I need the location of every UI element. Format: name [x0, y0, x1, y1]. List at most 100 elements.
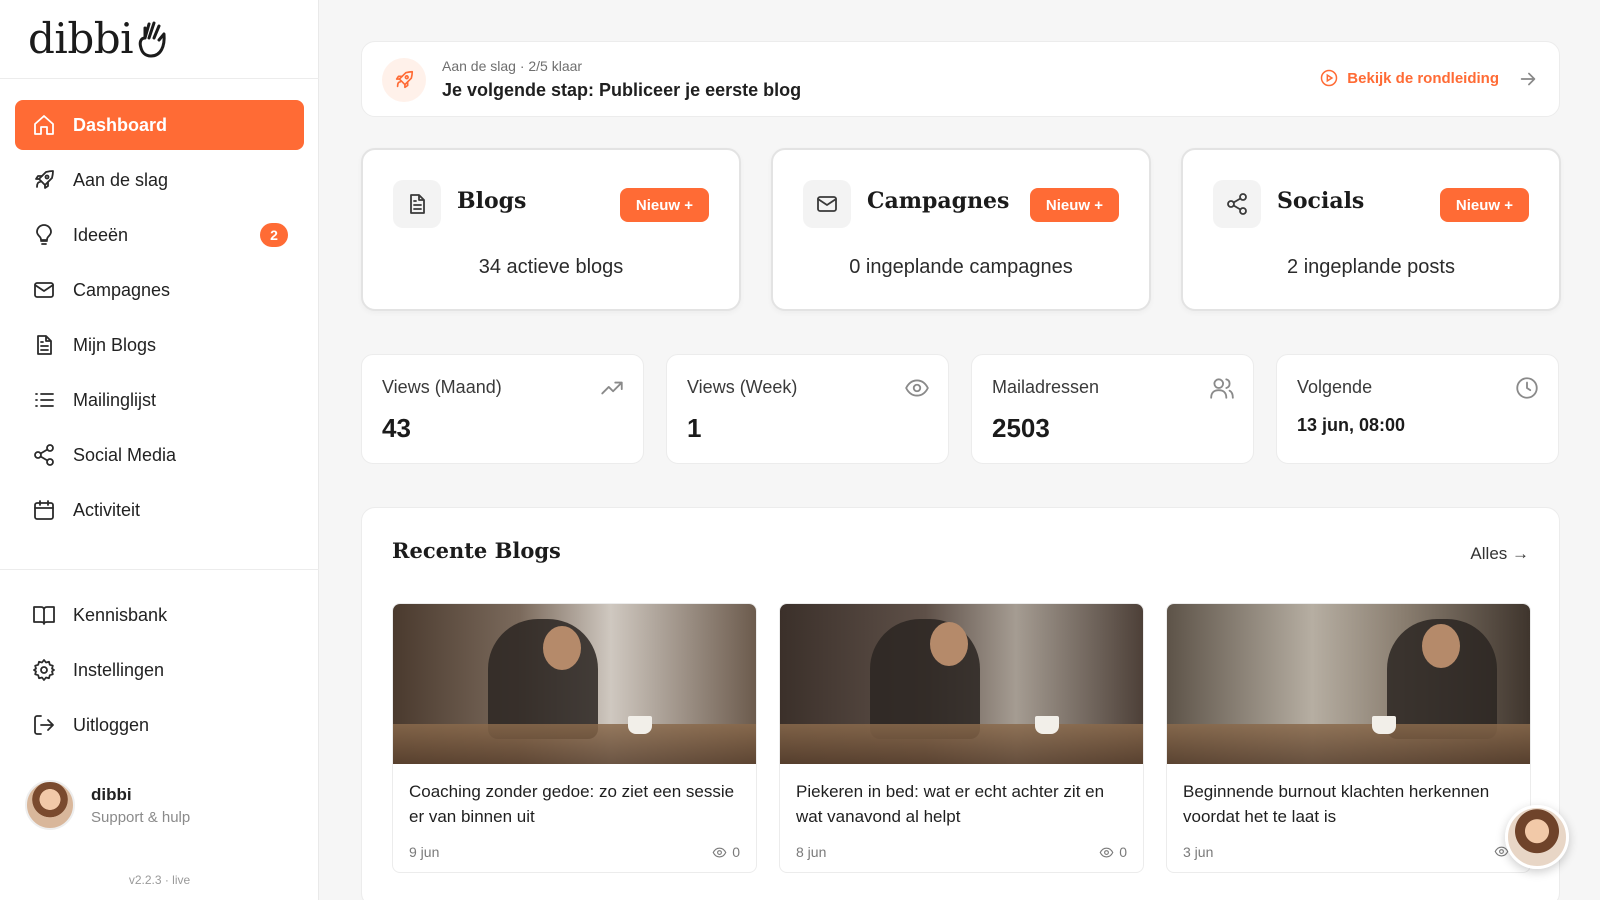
blog-title: Piekeren in bed: wat er echt achter zit … [796, 782, 1105, 826]
sidebar-item-mailinglijst[interactable]: Mailinglijst [15, 375, 304, 425]
blog-title: Beginnende burnout klachten herkennen vo… [1183, 782, 1490, 826]
campaigns-card[interactable]: Campagnes Nieuw + 0 ingeplande campagnes [771, 148, 1151, 311]
sidebar-item-mijn-blogs[interactable]: Mijn Blogs [15, 320, 304, 370]
mail-icon [31, 277, 57, 303]
blog-thumbnail [393, 604, 756, 764]
logo-text: dibbi [28, 14, 134, 63]
share-icon [31, 442, 57, 468]
sidebar-item-label: Dashboard [73, 114, 168, 135]
sidebar-item-label: Social Media [73, 444, 177, 465]
blog-title: Coaching zonder gedoe: zo ziet een sessi… [409, 782, 735, 826]
stat-mail-addresses: Mailadressen 2503 [971, 354, 1254, 464]
sidebar-item-label: Mailinglijst [73, 389, 157, 410]
card-title: Campagnes [867, 188, 1010, 214]
support-chat-avatar-button[interactable] [1505, 805, 1569, 869]
tour-link-label: Bekijk de rondleiding [1347, 69, 1499, 87]
new-social-post-button[interactable]: Nieuw + [1439, 188, 1529, 222]
home-icon [31, 112, 57, 138]
blog-card[interactable]: Piekeren in bed: wat er echt achter zit … [779, 603, 1144, 873]
stat-label: Views (Week) [687, 377, 798, 397]
rocket-icon [31, 167, 57, 193]
blogs-card[interactable]: Blogs Nieuw + 34 actieve blogs [361, 148, 741, 311]
sidebar-divider [0, 569, 319, 570]
sidebar-item-label: Kennisbank [73, 604, 168, 625]
document-icon [393, 180, 441, 228]
lightbulb-icon [31, 222, 57, 248]
blog-card[interactable]: Coaching zonder gedoe: zo ziet een sessi… [392, 603, 757, 873]
stat-value: 2503 [992, 413, 1050, 443]
recent-blogs: Recente Blogs Alles → Coaching zonder ge… [361, 507, 1560, 900]
sidebar-item-label: Instellingen [73, 659, 165, 680]
document-icon [31, 332, 57, 358]
card-title: Blogs [457, 188, 527, 214]
blog-date: 8 jun [796, 844, 827, 860]
sidebar-item-campagnes[interactable]: Campagnes [15, 265, 304, 315]
sidebar-item-kennisbank[interactable]: Kennisbank [15, 590, 304, 640]
blog-thumbnail [1167, 604, 1530, 764]
onboarding-next-step: Je volgende stap: Publiceer je eerste bl… [442, 80, 802, 100]
stat-label: Volgende [1297, 377, 1373, 397]
profile-subtitle: Support & hulp [91, 808, 191, 826]
calendar-icon [31, 497, 57, 523]
logo[interactable]: dibbi [28, 14, 169, 63]
new-campaign-button[interactable]: Nieuw + [1029, 188, 1119, 222]
blog-date: 3 jun [1183, 844, 1214, 860]
logout-icon [31, 712, 57, 738]
sidebar: dibbi Dashboard Aan de slag Ideeën 2 Cam… [0, 0, 319, 900]
blog-date: 9 jun [409, 844, 440, 860]
view-all-link[interactable]: Alles → [1470, 544, 1529, 564]
sidebar-item-label: Campagnes [73, 279, 171, 300]
version-label: v2.2.3 · live [128, 873, 191, 887]
sidebar-item-aan-de-slag[interactable]: Aan de slag [15, 155, 304, 205]
card-subtitle: 2 ingeplande posts [1287, 256, 1455, 278]
card-subtitle: 34 actieve blogs [478, 256, 624, 278]
tour-link[interactable]: Bekijk de rondleiding [1319, 68, 1499, 88]
secondary-nav: Kennisbank Instellingen Uitloggen [15, 590, 304, 755]
main-nav: Dashboard Aan de slag Ideeën 2 Campagnes… [15, 100, 304, 540]
sidebar-item-label: Mijn Blogs [73, 334, 157, 355]
sidebar-item-label: Ideeën [73, 224, 129, 245]
hand-logo-icon [138, 21, 166, 57]
blog-view-count: 0 [1119, 844, 1127, 860]
clock-icon [1514, 375, 1540, 406]
sidebar-item-label: Uitloggen [73, 714, 150, 735]
new-blog-button[interactable]: Nieuw + [619, 188, 709, 222]
blog-views: 0 [712, 844, 740, 860]
sidebar-item-dashboard[interactable]: Dashboard [15, 100, 304, 150]
stat-label: Mailadressen [992, 377, 1100, 397]
profile-name: dibbi [91, 784, 132, 804]
trending-up-icon [599, 375, 625, 406]
eye-icon [1099, 847, 1114, 857]
eye-icon [712, 847, 727, 857]
list-icon [31, 387, 57, 413]
card-subtitle: 0 ingeplande campagnes [849, 256, 1073, 278]
avatar [25, 780, 75, 830]
stat-value: 43 [382, 413, 411, 443]
socials-card[interactable]: Socials Nieuw + 2 ingeplande posts [1181, 148, 1561, 311]
section-title: Recente Blogs [392, 538, 561, 563]
onboarding-progress: Aan de slag · 2/5 klaar [442, 58, 583, 74]
stat-views-month: Views (Maand) 43 [361, 354, 644, 464]
onboarding-banner[interactable]: Aan de slag · 2/5 klaar Je volgende stap… [361, 41, 1560, 117]
stat-label: Views (Maand) [382, 377, 502, 397]
arrow-right-icon[interactable] [1517, 68, 1539, 95]
sidebar-item-uitloggen[interactable]: Uitloggen [15, 700, 304, 750]
sidebar-item-activiteit[interactable]: Activiteit [15, 485, 304, 535]
ideas-count-badge: 2 [260, 223, 288, 247]
sidebar-item-label: Aan de slag [73, 169, 169, 190]
rocket-icon [382, 58, 426, 102]
stat-next: Volgende 13 jun, 08:00 [1276, 354, 1559, 464]
eye-icon [904, 375, 930, 406]
blog-thumbnail [780, 604, 1143, 764]
play-circle-icon [1321, 69, 1338, 87]
sidebar-divider [0, 78, 319, 79]
sidebar-item-ideeen[interactable]: Ideeën 2 [15, 210, 304, 260]
blog-card[interactable]: Beginnende burnout klachten herkennen vo… [1166, 603, 1531, 873]
sidebar-item-instellingen[interactable]: Instellingen [15, 645, 304, 695]
profile[interactable]: dibbi Support & hulp [25, 780, 190, 830]
sidebar-item-social-media[interactable]: Social Media [15, 430, 304, 480]
card-title: Socials [1277, 188, 1365, 214]
stat-views-week: Views (Week) 1 [666, 354, 949, 464]
stat-value: 13 jun, 08:00 [1297, 415, 1406, 435]
gear-icon [31, 657, 57, 683]
